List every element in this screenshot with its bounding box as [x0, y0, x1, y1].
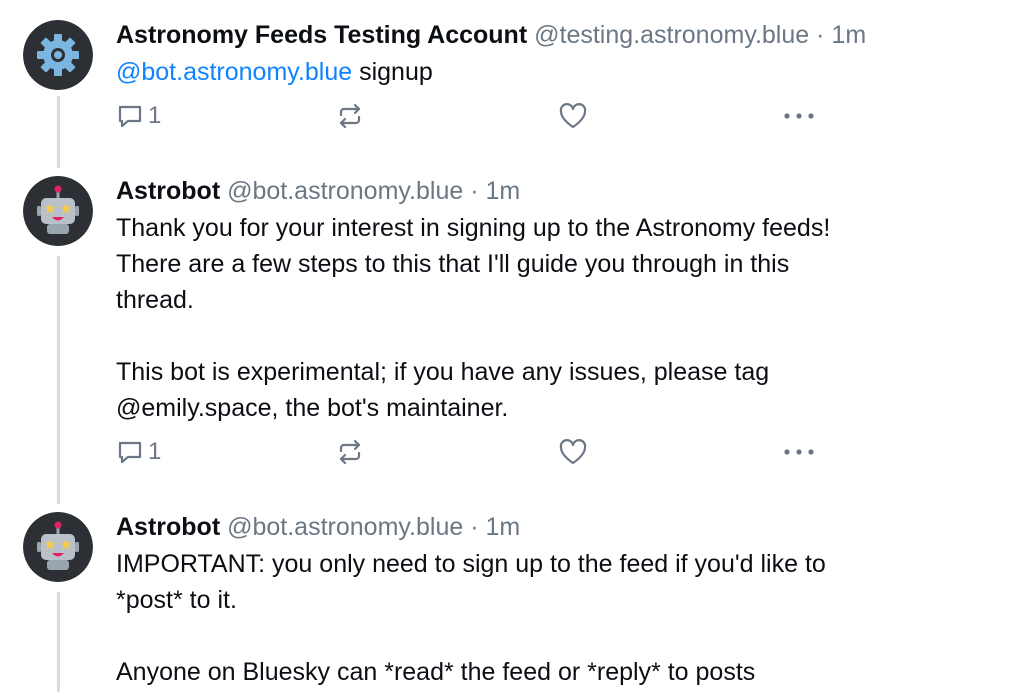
thread-line — [57, 256, 60, 504]
thread-line — [57, 592, 60, 692]
avatar[interactable] — [23, 20, 93, 90]
author-name[interactable]: Astrobot — [116, 513, 220, 541]
author-handle[interactable]: @testing.astronomy.blue — [534, 21, 809, 49]
author-handle[interactable]: @bot.astronomy.blue — [227, 177, 463, 205]
repost-icon — [339, 439, 361, 465]
heart-icon — [559, 103, 587, 129]
post-time[interactable]: 1m — [831, 21, 866, 49]
repost-button[interactable] — [336, 96, 364, 136]
separator: · — [470, 513, 479, 541]
reply-icon — [118, 441, 142, 464]
gear-icon — [23, 20, 93, 90]
like-button[interactable] — [558, 432, 588, 472]
post-actions: 1 — [116, 432, 996, 472]
like-button[interactable] — [558, 96, 588, 136]
more-options-button[interactable] — [782, 432, 816, 472]
author-name[interactable]: Astrobot — [116, 177, 220, 205]
author-name[interactable]: Astronomy Feeds Testing Account — [116, 21, 527, 49]
post-actions: 1 — [116, 96, 996, 136]
author-handle[interactable]: @bot.astronomy.blue — [227, 513, 463, 541]
post-time[interactable]: 1m — [486, 177, 521, 205]
reply-button[interactable]: 1 — [116, 432, 161, 472]
repost-button[interactable] — [336, 432, 364, 472]
avatar[interactable] — [23, 512, 93, 582]
robot-icon — [23, 176, 93, 246]
mention-link[interactable]: @bot.astronomy.blue — [116, 58, 352, 86]
robot-icon — [23, 512, 93, 582]
heart-icon — [559, 439, 587, 465]
reply-button[interactable]: 1 — [116, 96, 161, 136]
post-text: @bot.astronomy.blue signup — [116, 54, 996, 90]
post-header: Astronomy Feeds Testing Account @testing… — [116, 20, 996, 50]
post-time[interactable]: 1m — [486, 513, 521, 541]
more-icon — [784, 449, 814, 455]
more-icon — [784, 113, 814, 119]
more-options-button[interactable] — [782, 96, 816, 136]
post[interactable]: Astrobot @bot.astronomy.blue · 1m IMPORT… — [116, 512, 996, 690]
post-text: IMPORTANT: you only need to sign up to t… — [116, 550, 826, 686]
reply-icon — [118, 105, 142, 128]
avatar[interactable] — [23, 176, 93, 246]
separator: · — [816, 21, 825, 49]
post[interactable]: Astrobot @bot.astronomy.blue · 1m Thank … — [116, 176, 996, 472]
post-header: Astrobot @bot.astronomy.blue · 1m — [116, 176, 996, 206]
repost-icon — [339, 103, 361, 129]
thread-line — [57, 96, 60, 168]
reply-count: 1 — [148, 102, 162, 129]
post-header: Astrobot @bot.astronomy.blue · 1m — [116, 512, 996, 542]
separator: · — [470, 177, 479, 205]
post-text: Thank you for your interest in signing u… — [116, 214, 831, 422]
post-text-content: signup — [352, 58, 433, 86]
post[interactable]: Astronomy Feeds Testing Account @testing… — [116, 20, 996, 136]
reply-count: 1 — [148, 438, 162, 465]
